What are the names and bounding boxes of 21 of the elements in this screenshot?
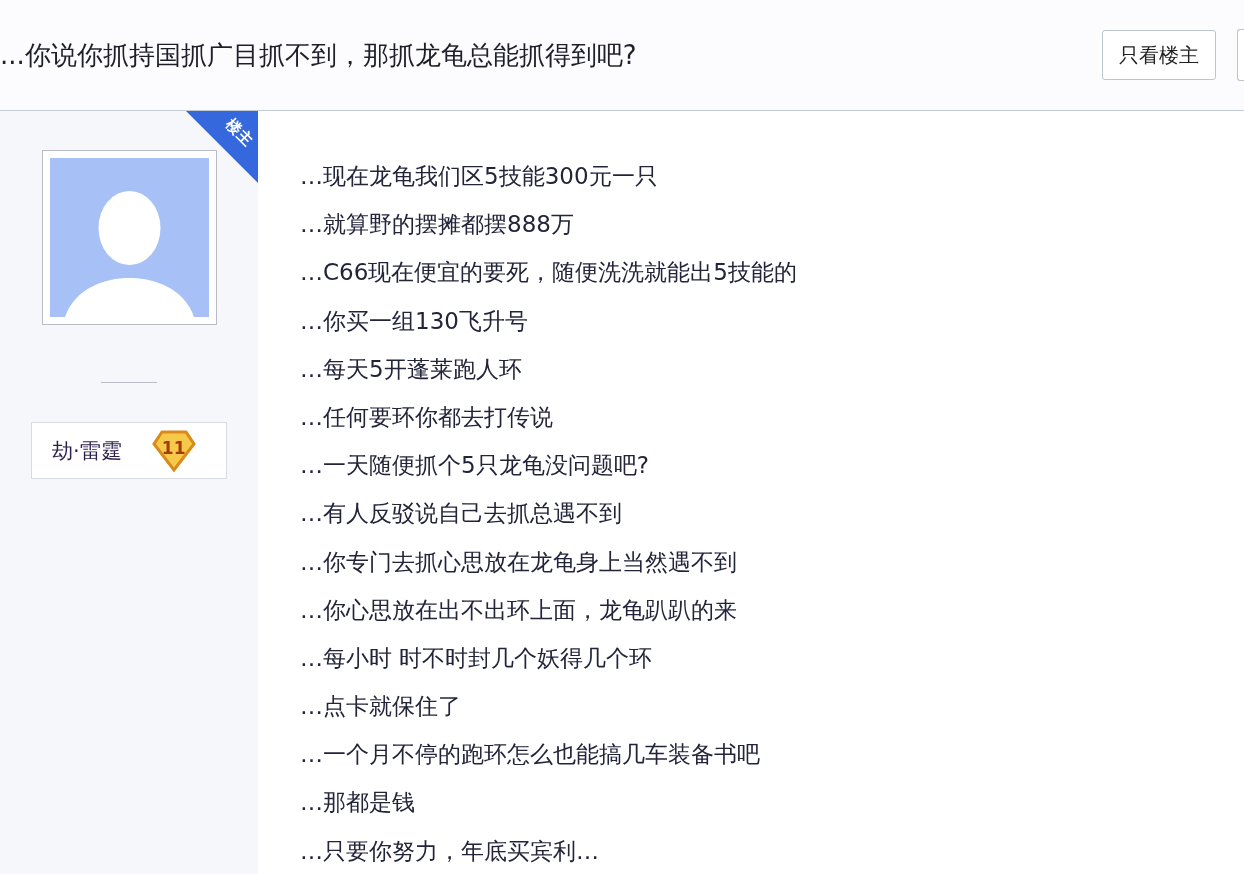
author-only-button[interactable]: 只看楼主 (1102, 30, 1216, 80)
post-line: …你专门去抓心思放在龙龟身上当然遇不到 (300, 547, 738, 577)
post-line: …有人反驳说自己去抓总遇不到 (300, 499, 623, 529)
person-silhouette-icon (49, 158, 209, 317)
post-line: …每天5开蓬莱跑人环 (300, 354, 523, 384)
post-line: …就算野的摆摊都摆888万 (300, 210, 575, 240)
post-line: …C66现在便宜的要死，随便洗洗就能出5技能的 (300, 258, 798, 288)
post-line: …那都是钱 (300, 788, 416, 818)
post-line: …一个月不停的跑环怎么也能搞几车装备书吧 (300, 740, 761, 770)
post-line: …点卡就保住了 (300, 692, 462, 722)
post-line: …任何要环你都去打传说 (300, 402, 554, 432)
post-line: …每小时 时不时封几个妖得几个环 (300, 643, 654, 673)
level-badge: 11 (151, 429, 196, 472)
username[interactable]: 劫·雷霆 (52, 436, 122, 465)
thread-title: ...你说你抓持国抓广目抓不到，那抓龙龟总能抓得到吧? (0, 38, 638, 72)
post-line: …你买一组130飞升号 (300, 306, 529, 336)
post-line: …一天随便抓个5只龙龟没问题吧? (300, 451, 650, 481)
post-line: …你心思放在出不出环上面，龙龟趴趴的来 (300, 595, 738, 625)
post-line: …现在龙龟我们区5技能300元一只 (300, 162, 659, 191)
post-line: …只要你努力，年底买宾利… (300, 836, 600, 866)
partial-button[interactable] (1237, 29, 1244, 81)
